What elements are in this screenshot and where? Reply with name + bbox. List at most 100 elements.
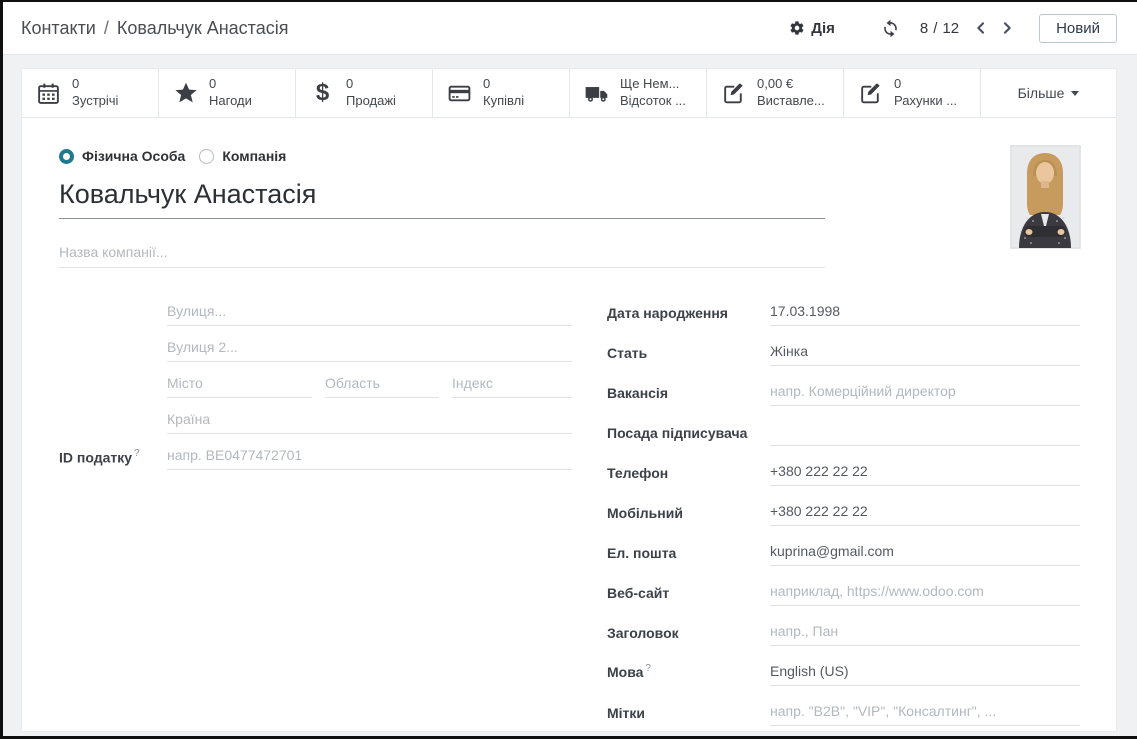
field-row-signatory-position: Посада підписувача <box>607 423 1080 463</box>
app-window: Контакти / Ковальчук Анастасія Дія 8 / 1… <box>3 2 1137 736</box>
stat-text: 0 Продажі <box>346 76 396 110</box>
field-row-gender: Стать <box>607 343 1080 383</box>
breadcrumb: Контакти / Ковальчук Анастасія <box>21 18 288 39</box>
job-position-field[interactable] <box>770 383 1080 406</box>
radio-selected-icon <box>59 149 74 164</box>
stat-text: 0 Рахунки ... <box>894 76 957 110</box>
chevron-left-icon <box>973 20 989 36</box>
previous-record-button[interactable] <box>971 18 991 38</box>
calendar-icon <box>35 81 62 106</box>
refresh-button[interactable] <box>879 17 902 40</box>
more-label: Більше <box>1018 85 1065 101</box>
signatory-position-field[interactable] <box>770 423 1080 446</box>
pager-total: 12 <box>942 20 959 37</box>
dollar-icon: $ <box>309 81 336 105</box>
field-row-job-position: Вакансія <box>607 383 1080 423</box>
field-row-tags: Мітки <box>607 703 1080 736</box>
stat-value: 0 <box>894 76 957 93</box>
stat-label: Продажі <box>346 93 396 110</box>
edit-note-icon <box>720 81 747 106</box>
tax-id-label: ID податку <box>59 449 132 465</box>
field-row-website: Веб-сайт <box>607 583 1080 623</box>
stat-button-opportunities[interactable]: 0 Нагоди <box>159 69 296 117</box>
stat-value: 0,00 € <box>757 76 825 93</box>
help-icon[interactable]: ? <box>134 448 140 459</box>
more-dropdown-button[interactable]: Більше <box>981 69 1116 117</box>
tags-label: Мітки <box>607 703 770 721</box>
stat-value: 0 <box>483 76 524 93</box>
edit-note-icon <box>857 81 884 106</box>
stat-text: Ще Нем... Відсоток ... <box>620 76 686 110</box>
truck-icon <box>583 80 610 106</box>
birthdate-label: Дата народження <box>607 303 770 321</box>
stat-button-ontime-rate[interactable]: Ще Нем... Відсоток ... <box>570 69 707 117</box>
breadcrumb-contacts-link[interactable]: Контакти <box>21 18 96 39</box>
stat-button-meetings[interactable]: 0 Зустрічі <box>22 69 159 117</box>
mobile-field[interactable] <box>770 503 1080 526</box>
contact-type-radios: Фізична Особа Компанія <box>59 148 1080 164</box>
email-label: Ел. пошта <box>607 543 770 561</box>
stat-text: 0 Зустрічі <box>72 76 118 110</box>
next-record-button[interactable] <box>997 18 1017 38</box>
details-column: Дата народження Стать Вакансія Посада пі… <box>607 303 1080 736</box>
gender-label: Стать <box>607 343 770 361</box>
stat-label: Купівлі <box>483 93 524 110</box>
gender-field[interactable] <box>770 343 1080 366</box>
stat-value: 0 <box>346 76 396 93</box>
email-field[interactable] <box>770 543 1080 566</box>
company-name-field[interactable] <box>59 244 825 268</box>
form-sheet: 0 Зустрічі 0 Нагоди $ 0 Про <box>21 68 1117 732</box>
language-field[interactable] <box>770 663 1080 686</box>
tags-field[interactable] <box>770 703 1080 726</box>
city-field[interactable] <box>167 375 312 398</box>
language-label: Мова <box>607 662 643 680</box>
website-label: Веб-сайт <box>607 583 770 601</box>
tax-id-field[interactable] <box>167 447 572 470</box>
address-column: ID податку? <box>59 303 572 736</box>
action-menu-button[interactable]: Дія <box>789 20 835 37</box>
record-pager: 8 / 12 <box>920 20 959 37</box>
field-row-birthdate: Дата народження <box>607 303 1080 343</box>
website-field[interactable] <box>770 583 1080 606</box>
pager-current: 8 <box>920 20 928 37</box>
stat-label: Зустрічі <box>72 93 118 110</box>
stat-button-bills[interactable]: 0 Рахунки ... <box>844 69 981 117</box>
action-menu-label: Дія <box>811 20 835 37</box>
country-field[interactable] <box>167 411 572 434</box>
stat-button-box: 0 Зустрічі 0 Нагоди $ 0 Про <box>22 69 1116 118</box>
form-columns: ID податку? Дата народження Стать <box>59 303 1080 736</box>
stat-button-invoiced[interactable]: 0,00 € Виставле... <box>707 69 844 117</box>
stat-label: Рахунки ... <box>894 93 957 110</box>
radio-unselected-icon <box>199 149 214 164</box>
contact-name-field[interactable] <box>59 177 825 219</box>
street-field[interactable] <box>167 303 572 326</box>
help-icon[interactable]: ? <box>645 663 651 674</box>
new-record-button[interactable]: Новий <box>1039 14 1117 43</box>
breadcrumb-separator: / <box>104 18 109 39</box>
stat-value: 0 <box>72 76 118 93</box>
street2-field[interactable] <box>167 339 572 362</box>
contact-form: Фізична Особа Компанія <box>22 118 1116 736</box>
stat-button-purchases[interactable]: 0 Купівлі <box>433 69 570 117</box>
stat-value: Ще Нем... <box>620 76 686 93</box>
pager-separator: / <box>933 20 937 37</box>
stat-label: Виставле... <box>757 93 825 110</box>
field-row-email: Ел. пошта <box>607 543 1080 583</box>
phone-label: Телефон <box>607 463 770 481</box>
stat-text: 0 Нагоди <box>209 76 252 110</box>
field-row-language: Мова? <box>607 663 1080 703</box>
signatory-position-label: Посада підписувача <box>607 423 770 441</box>
radio-company[interactable]: Компанія <box>199 148 286 164</box>
birthdate-field[interactable] <box>770 303 1080 326</box>
phone-field[interactable] <box>770 463 1080 486</box>
state-field[interactable] <box>325 375 439 398</box>
title-label: Заголовок <box>607 623 770 641</box>
stat-label: Нагоди <box>209 93 252 110</box>
stat-button-sales[interactable]: $ 0 Продажі <box>296 69 433 117</box>
radio-individual[interactable]: Фізична Особа <box>59 148 185 164</box>
top-navbar: Контакти / Ковальчук Анастасія Дія 8 / 1… <box>3 2 1137 55</box>
zip-field[interactable] <box>452 375 572 398</box>
title-field[interactable] <box>770 623 1080 646</box>
stat-label: Відсоток ... <box>620 93 686 110</box>
stat-text: 0 Купівлі <box>483 76 524 110</box>
